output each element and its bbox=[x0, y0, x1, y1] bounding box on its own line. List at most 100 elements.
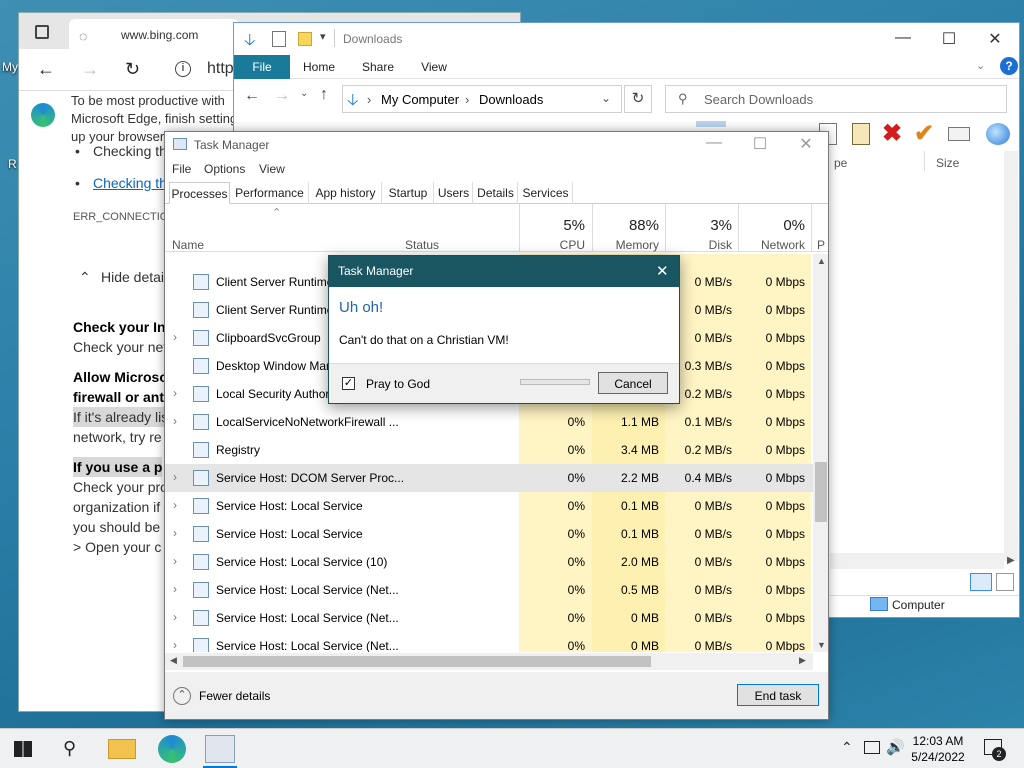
ribbon-tab-home[interactable]: Home bbox=[294, 55, 344, 79]
breadcrumb-downloads[interactable]: Downloads bbox=[479, 92, 543, 107]
expand-chevron-icon[interactable]: › bbox=[173, 554, 177, 568]
table-row[interactable]: › Service Host: Local Service (10) 0% 2.0 M… bbox=[165, 548, 813, 576]
chevron-up-circle-icon[interactable]: ⌃ bbox=[173, 687, 191, 705]
column-size-header[interactable]: Size bbox=[936, 156, 959, 170]
taskmanager-taskbar-icon[interactable] bbox=[205, 735, 235, 763]
fewer-details-button[interactable]: Fewer details bbox=[199, 689, 270, 703]
p3-text-4[interactable]: > Open your c bbox=[73, 537, 161, 557]
hide-details-button[interactable]: Hide detail bbox=[101, 267, 167, 287]
address-dropdown-icon[interactable]: ⌄ bbox=[601, 91, 611, 105]
tab-app-history[interactable]: App history bbox=[310, 182, 382, 204]
details-view-icon[interactable] bbox=[970, 573, 992, 591]
tab-processes[interactable]: Processes bbox=[169, 182, 230, 204]
refresh-icon[interactable]: ↻ bbox=[624, 85, 652, 113]
tab-details[interactable]: Details bbox=[474, 182, 518, 204]
maximize-icon[interactable]: ☐ bbox=[926, 29, 972, 49]
column-name[interactable]: Name bbox=[172, 238, 204, 252]
breadcrumb-my-computer[interactable]: My Computer bbox=[381, 92, 459, 107]
table-row[interactable]: › LocalServiceNoNetworkFirewall ... 0% 1.1 … bbox=[165, 408, 813, 436]
pray-checkbox[interactable]: ✓ bbox=[342, 377, 355, 390]
horizontal-scrollbar[interactable]: ◀ ▶ bbox=[165, 653, 813, 670]
table-row[interactable]: › Service Host: Local Service (Net... 0% 0 … bbox=[165, 604, 813, 632]
expand-chevron-icon[interactable]: › bbox=[173, 470, 177, 484]
info-icon[interactable]: i bbox=[175, 61, 191, 77]
table-row[interactable]: › Service Host: Local Service (Net... 0% 0.… bbox=[165, 576, 813, 604]
column-disk[interactable]: Disk bbox=[670, 238, 732, 252]
expand-chevron-icon[interactable]: › bbox=[173, 638, 177, 652]
tab-users[interactable]: Users bbox=[435, 182, 473, 204]
delete-icon[interactable]: ✖ bbox=[882, 119, 902, 148]
forward-icon[interactable]: → bbox=[81, 59, 99, 80]
ribbon-tab-share[interactable]: Share bbox=[350, 55, 406, 79]
chevron-up-icon[interactable]: ⌃ bbox=[841, 739, 853, 756]
chevron-right-icon[interactable]: › bbox=[367, 92, 371, 107]
expand-chevron-icon[interactable]: › bbox=[173, 414, 177, 428]
scroll-thumb[interactable] bbox=[815, 462, 827, 522]
minimize-icon[interactable]: — bbox=[880, 29, 926, 47]
checkmark-icon[interactable]: ✔ bbox=[914, 119, 934, 148]
maximize-icon[interactable]: ☐ bbox=[737, 134, 783, 154]
new-folder-icon[interactable] bbox=[298, 32, 312, 46]
address-bar[interactable]: 🡣 › My Computer › Downloads ⌄ bbox=[342, 85, 622, 113]
large-icons-view-icon[interactable] bbox=[996, 573, 1014, 591]
scroll-left-icon[interactable]: ◀ bbox=[170, 655, 177, 666]
ribbon-expand-icon[interactable]: ⌄ bbox=[976, 59, 985, 72]
search-icon[interactable]: ⚲ bbox=[63, 738, 76, 759]
desktop-icon-label[interactable]: My bbox=[2, 60, 18, 74]
column-memory[interactable]: Memory bbox=[595, 238, 659, 252]
scroll-right-icon[interactable]: ▶ bbox=[1007, 555, 1015, 566]
expand-chevron-icon[interactable]: › bbox=[173, 582, 177, 596]
close-icon[interactable]: ✕ bbox=[972, 29, 1018, 49]
scroll-up-icon[interactable]: ▲ bbox=[817, 256, 826, 266]
table-row[interactable]: Registry 0% 3.4 MB 0.2 MB/s 0 Mbps bbox=[165, 436, 813, 464]
help-icon[interactable]: ? bbox=[1000, 57, 1018, 75]
edge-icon[interactable] bbox=[158, 735, 186, 763]
table-row[interactable]: › Service Host: Local Service 0% 0.1 MB 0 MB… bbox=[165, 492, 813, 520]
refresh-icon[interactable]: ↻ bbox=[125, 59, 140, 80]
chevron-up-icon[interactable]: ⌃ bbox=[79, 267, 91, 287]
vertical-scrollbar[interactable]: ▲ ▼ bbox=[813, 254, 828, 652]
bullet-2-link[interactable]: Checking th bbox=[93, 173, 167, 193]
tab-startup[interactable]: Startup bbox=[383, 182, 434, 204]
search-input[interactable]: ⚲ Search Downloads bbox=[665, 85, 1007, 113]
tab-actions-icon[interactable] bbox=[35, 25, 49, 39]
start-icon[interactable] bbox=[14, 741, 32, 757]
column-network[interactable]: Network bbox=[743, 238, 805, 252]
properties-icon[interactable] bbox=[272, 31, 286, 47]
edge-tab[interactable]: ◌ www.bing.com bbox=[69, 19, 239, 49]
close-icon[interactable]: ✕ bbox=[783, 134, 828, 154]
tab-services[interactable]: Services bbox=[519, 182, 573, 204]
desktop-icon-label-2[interactable]: R bbox=[8, 157, 17, 171]
expand-chevron-icon[interactable]: › bbox=[173, 498, 177, 512]
address-bar[interactable]: http bbox=[207, 60, 234, 78]
menu-view[interactable]: View bbox=[259, 162, 285, 176]
table-row[interactable]: › Service Host: Local Service 0% 0.1 MB 0 MB… bbox=[165, 520, 813, 548]
scroll-right-icon[interactable]: ▶ bbox=[799, 655, 806, 666]
forward-icon[interactable]: → bbox=[274, 87, 290, 105]
end-task-button[interactable]: End task bbox=[737, 684, 819, 706]
tab-performance[interactable]: Performance bbox=[231, 182, 309, 204]
back-icon[interactable]: ← bbox=[37, 59, 55, 80]
expand-chevron-icon[interactable]: › bbox=[173, 386, 177, 400]
file-explorer-icon[interactable] bbox=[108, 739, 136, 759]
table-row[interactable]: › Service Host: Local Service (Net... 0% 0 … bbox=[165, 632, 813, 652]
menu-file[interactable]: File bbox=[172, 162, 191, 176]
ribbon-tab-file[interactable]: File bbox=[234, 55, 290, 79]
chevron-right-icon[interactable]: › bbox=[465, 92, 469, 107]
vertical-scrollbar[interactable] bbox=[1004, 151, 1018, 561]
recent-dropdown-icon[interactable]: ⌄ bbox=[300, 88, 308, 99]
cancel-button[interactable]: Cancel bbox=[598, 372, 668, 394]
minimize-icon[interactable]: — bbox=[691, 134, 737, 152]
network-icon[interactable] bbox=[864, 741, 880, 754]
ribbon-tab-view[interactable]: View bbox=[410, 55, 458, 79]
back-icon[interactable]: ← bbox=[244, 87, 260, 105]
hscroll-thumb[interactable] bbox=[183, 656, 651, 667]
column-status[interactable]: Status bbox=[405, 238, 439, 252]
column-type-header[interactable]: pe bbox=[834, 156, 847, 170]
view-icon[interactable] bbox=[696, 121, 726, 127]
clock-date[interactable]: 5/24/2022 bbox=[908, 750, 968, 764]
scroll-down-icon[interactable]: ▼ bbox=[817, 640, 826, 650]
expand-chevron-icon[interactable]: › bbox=[173, 330, 177, 344]
paste-icon[interactable] bbox=[852, 123, 870, 145]
qat-dropdown-icon[interactable]: ▾ bbox=[320, 30, 326, 43]
